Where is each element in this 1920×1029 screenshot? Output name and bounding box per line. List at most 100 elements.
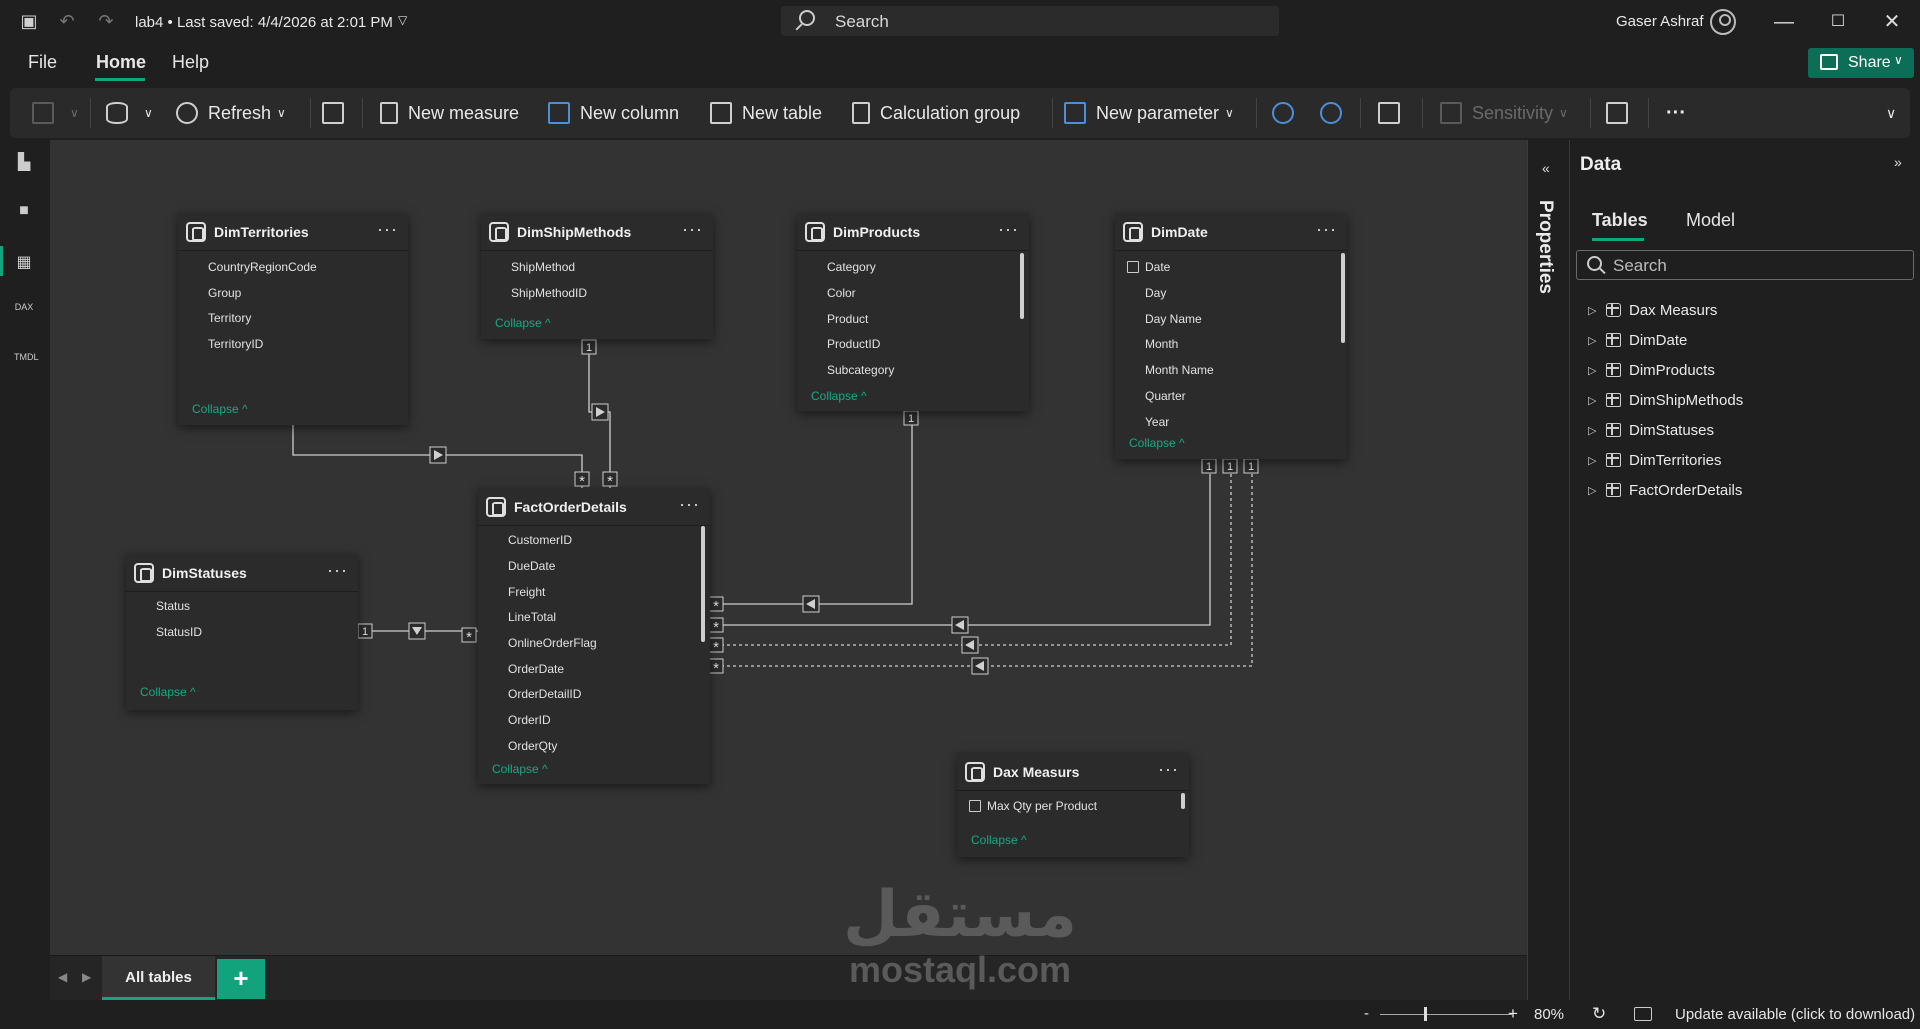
field-item[interactable]: Freight (508, 585, 545, 599)
new-column-button[interactable]: New column (548, 88, 679, 138)
field-item[interactable]: DueDate (508, 559, 555, 573)
tab-all-tables[interactable]: All tables (102, 956, 215, 1000)
refresh-button[interactable]: Refresh ∨ (176, 88, 286, 138)
more-options-icon[interactable]: ··· (998, 219, 1019, 240)
field-item[interactable]: ShipMethod (511, 260, 575, 274)
undo-icon[interactable]: ↶ (56, 10, 78, 32)
more-options-icon[interactable]: ··· (377, 219, 398, 240)
measure-item[interactable]: Max Qty per Product (968, 799, 1097, 813)
expand-icon[interactable]: ▷ (1588, 484, 1600, 497)
model-view-icon[interactable]: ▦ (14, 252, 34, 271)
window-title[interactable]: lab4 • Last saved: 4/4/2026 at 2:01 PM (135, 14, 393, 31)
manage-roles-button[interactable] (1272, 88, 1304, 138)
expand-properties-icon[interactable]: « (1542, 160, 1550, 176)
card-header[interactable]: FactOrderDetails ··· (478, 488, 710, 526)
dax-view-icon[interactable]: DAX (14, 302, 34, 320)
card-header[interactable]: DimProducts ··· (797, 213, 1029, 251)
collapse-link[interactable]: Collapse ^ (140, 685, 196, 699)
collapse-link[interactable]: Collapse ^ (1129, 436, 1185, 450)
expand-icon[interactable]: ▷ (1588, 454, 1600, 467)
field-item[interactable]: Group (208, 286, 241, 300)
avatar[interactable] (1710, 9, 1736, 35)
expand-icon[interactable]: ▷ (1588, 394, 1600, 407)
scrollbar[interactable] (1181, 793, 1185, 809)
tree-item[interactable]: ▷ DimTerritories (1588, 445, 1908, 475)
table-view-icon[interactable]: ■ (14, 202, 34, 220)
publish-button[interactable] (1606, 88, 1638, 138)
minimize-icon[interactable]: — (1772, 10, 1796, 34)
field-item[interactable]: Territory (208, 311, 251, 325)
card-header[interactable]: DimDate ··· (1115, 213, 1347, 251)
field-item[interactable]: ShipMethodID (511, 286, 587, 300)
tab-scroll-right-icon[interactable]: ▶ (82, 970, 91, 984)
tmdl-view-icon[interactable]: TMDL (14, 352, 39, 370)
ribbon-expand-icon[interactable]: ∨ (1886, 88, 1896, 138)
more-options-icon[interactable]: ··· (327, 560, 348, 581)
collapse-link[interactable]: Collapse ^ (192, 402, 248, 416)
close-icon[interactable]: ✕ (1880, 10, 1904, 34)
calculation-group-button[interactable]: Calculation group (852, 88, 1020, 138)
field-item[interactable]: Subcategory (827, 363, 894, 377)
manage-relationships-button[interactable] (322, 88, 354, 138)
menu-home[interactable]: Home (96, 52, 146, 73)
reset-layout-icon[interactable]: ↻ (1592, 1004, 1606, 1024)
table-card-factorderdetails[interactable]: FactOrderDetails ··· CustomerID DueDate … (478, 488, 710, 784)
share-button[interactable]: Share ∨ (1808, 48, 1914, 78)
field-item[interactable]: ProductID (827, 337, 880, 351)
field-item[interactable]: Product (827, 312, 868, 326)
expand-icon[interactable]: ▷ (1588, 304, 1600, 317)
tree-item[interactable]: ▷ DimDate (1588, 325, 1908, 355)
table-card-dimproducts[interactable]: DimProducts ··· Category Color Product P… (797, 213, 1029, 411)
tab-tables[interactable]: Tables (1592, 210, 1648, 231)
sensitivity-button[interactable]: Sensitivity ∨ (1440, 88, 1568, 138)
collapse-link[interactable]: Collapse ^ (811, 389, 867, 403)
data-search-input[interactable]: Search (1576, 250, 1914, 280)
expand-icon[interactable]: ▷ (1588, 334, 1600, 347)
more-options-icon[interactable]: ··· (1316, 219, 1337, 240)
card-header[interactable]: DimShipMethods ··· (481, 213, 713, 251)
expand-icon[interactable]: ▷ (1588, 364, 1600, 377)
menu-file[interactable]: File (28, 52, 57, 73)
table-card-dax-measurs[interactable]: Dax Measurs ··· Max Qty per Product Coll… (957, 753, 1189, 857)
paste-button[interactable]: ∨ (32, 88, 79, 138)
new-parameter-button[interactable]: New parameter ∨ (1064, 88, 1234, 138)
field-item[interactable]: Year (1145, 415, 1169, 429)
collapse-link[interactable]: Collapse ^ (492, 762, 548, 776)
report-view-icon[interactable]: ▙ (14, 152, 34, 171)
zoom-level[interactable]: 80% (1534, 1006, 1564, 1023)
field-item[interactable]: LineTotal (508, 610, 556, 624)
field-item[interactable]: OrderDate (508, 662, 564, 676)
field-item[interactable]: CountryRegionCode (208, 260, 317, 274)
zoom-slider-thumb[interactable] (1424, 1007, 1427, 1021)
chevron-down-icon[interactable]: ▽ (398, 13, 407, 27)
field-item[interactable]: StatusID (156, 625, 202, 639)
table-card-dimshipmethods[interactable]: DimShipMethods ··· ShipMethod ShipMethod… (481, 213, 713, 339)
collapse-link[interactable]: Collapse ^ (495, 316, 551, 330)
card-header[interactable]: Dax Measurs ··· (957, 753, 1189, 791)
menu-help[interactable]: Help (172, 52, 209, 73)
zoom-slider[interactable] (1380, 1014, 1512, 1015)
more-options-icon[interactable]: ··· (1158, 759, 1179, 780)
more-options-icon[interactable]: ··· (679, 494, 700, 515)
global-search[interactable]: Search (781, 6, 1279, 36)
field-item[interactable]: Category (827, 260, 876, 274)
collapse-link[interactable]: Collapse ^ (971, 833, 1027, 847)
properties-label[interactable]: Properties (1534, 200, 1556, 294)
field-item[interactable]: Status (156, 599, 190, 613)
collapse-data-pane-icon[interactable]: » (1894, 154, 1902, 170)
field-item[interactable]: OrderID (508, 713, 551, 727)
field-item[interactable]: Day (1145, 286, 1166, 300)
table-card-dimdate[interactable]: DimDate ··· Date Day Day Name Month Mont… (1115, 213, 1347, 459)
redo-icon[interactable]: ↷ (95, 10, 117, 32)
fit-to-screen-icon[interactable] (1634, 1007, 1652, 1021)
user-name[interactable]: Gaser Ashraf (1616, 13, 1704, 30)
scrollbar[interactable] (701, 526, 705, 642)
field-item[interactable]: Date (1126, 260, 1170, 274)
more-options-button[interactable]: ··· (1666, 88, 1686, 138)
field-item[interactable]: OrderDetailID (508, 687, 581, 701)
view-as-button[interactable] (1320, 88, 1352, 138)
add-layout-button[interactable]: + (217, 959, 265, 999)
new-table-button[interactable]: New table (710, 88, 822, 138)
field-item[interactable]: Color (827, 286, 856, 300)
tree-item[interactable]: ▷ Dax Measurs (1588, 295, 1908, 325)
